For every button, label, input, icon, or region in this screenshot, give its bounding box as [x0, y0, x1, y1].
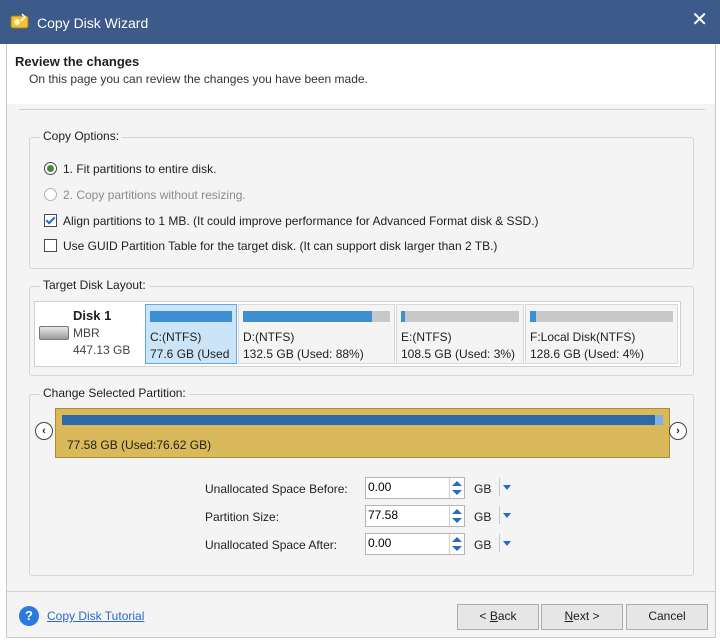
option-fit-partitions-label: 1. Fit partitions to entire disk.: [63, 162, 217, 176]
back-button[interactable]: < Back: [457, 604, 539, 630]
option-fit-partitions[interactable]: 1. Fit partitions to entire disk.: [44, 162, 216, 176]
unallocated-before-input[interactable]: [368, 479, 448, 495]
hard-disk-icon: [39, 326, 69, 340]
option-use-gpt-label: Use GUID Partition Table for the target …: [63, 239, 498, 253]
cancel-button[interactable]: Cancel: [626, 604, 708, 630]
change-partition-legend: Change Selected Partition:: [40, 386, 189, 400]
partition-size-unit-dropdown-icon[interactable]: [503, 513, 511, 518]
partition-size-unit: GB: [474, 510, 492, 524]
change-partition-group: Change Selected Partition: ‹ 77.58 GB (U…: [29, 386, 694, 576]
copy-options-group: Copy Options: 1. Fit partitions to entir…: [29, 129, 694, 269]
partition-d[interactable]: D:(NTFS) 132.5 GB (Used: 88%): [238, 304, 395, 364]
partition-resize-text: 77.58 GB (Used:76.62 GB): [67, 438, 212, 452]
partition-d-name: D:(NTFS): [243, 330, 295, 344]
copy-options-legend: Copy Options:: [40, 129, 123, 143]
partition-size-arrows: [449, 506, 464, 526]
partition-f-usage-bar: [530, 311, 673, 322]
partition-e-usage-fill: [401, 311, 405, 322]
unallocated-before-up-icon[interactable]: [452, 481, 462, 486]
back-button-prefix: <: [479, 609, 490, 623]
checkbox-use-gpt[interactable]: [44, 239, 57, 252]
window-title: Copy Disk Wizard: [37, 15, 149, 31]
partition-size-unit-divider: [499, 506, 500, 524]
partition-e-name: E:(NTFS): [401, 330, 452, 344]
option-align-1mb[interactable]: Align partitions to 1 MB. (It could impr…: [44, 214, 539, 228]
partition-size-label: Partition Size:: [205, 510, 280, 524]
partition-e-used: 108.5 GB (Used: 3%): [401, 347, 516, 361]
page-title: Review the changes: [15, 54, 140, 69]
partition-c-name: C:(NTFS): [150, 330, 202, 344]
partition-size-input[interactable]: [368, 507, 448, 523]
title-bar: Copy Disk Wizard ✕: [0, 0, 720, 44]
wizard-window: Review the changes On this page you can …: [6, 44, 716, 638]
partition-size-stepper[interactable]: [365, 505, 465, 527]
unallocated-before-unit-dropdown-icon[interactable]: [503, 485, 511, 490]
unallocated-after-arrows: [449, 534, 464, 554]
disk-name: Disk 1: [73, 308, 112, 323]
radio-fit-partitions[interactable]: [44, 162, 57, 175]
unallocated-before-label: Unallocated Space Before:: [205, 482, 348, 496]
partition-d-used: 132.5 GB (Used: 88%): [243, 347, 364, 361]
partition-c-usage-bar: [150, 311, 232, 322]
option-copy-without-resize-label: 2. Copy partitions without resizing.: [63, 188, 246, 202]
partition-d-usage-fill: [243, 311, 373, 322]
partition-f-name: F:Local Disk(NTFS): [530, 330, 636, 344]
target-disk-layout-group: Target Disk Layout: Disk 1 MBR 447.13 GB…: [29, 278, 694, 376]
partition-resize-handle[interactable]: [655, 415, 663, 425]
copy-disk-tutorial-link[interactable]: Copy Disk Tutorial: [47, 609, 144, 623]
help-icon[interactable]: ?: [19, 606, 39, 626]
option-copy-without-resize: 2. Copy partitions without resizing.: [44, 188, 246, 202]
partition-size-down-icon[interactable]: [452, 518, 462, 523]
next-button-rest: ext >: [573, 609, 600, 623]
disk-size: 447.13 GB: [73, 343, 131, 357]
back-button-rest: ack: [497, 609, 517, 623]
checkbox-align-1mb[interactable]: [44, 214, 57, 227]
back-button-accesskey: B: [489, 609, 498, 623]
page-header: Review the changes On this page you can …: [7, 44, 715, 104]
partition-d-usage-bar: [243, 311, 390, 322]
unallocated-before-stepper[interactable]: [365, 477, 465, 499]
radio-copy-without-resize: [44, 188, 57, 201]
unallocated-after-unit: GB: [474, 538, 492, 552]
wizard-app-icon: [10, 13, 29, 29]
disk-info: Disk 1 MBR 447.13 GB: [35, 302, 143, 366]
unallocated-after-unit-divider: [499, 534, 500, 552]
unallocated-before-arrows: [449, 478, 464, 498]
close-icon[interactable]: ✕: [691, 10, 708, 30]
unallocated-before-unit: GB: [474, 482, 492, 496]
next-button[interactable]: Next >: [541, 604, 623, 630]
partition-e[interactable]: E:(NTFS) 108.5 GB (Used: 3%): [396, 304, 524, 364]
move-right-button[interactable]: ›: [669, 422, 687, 440]
partition-c[interactable]: C:(NTFS) 77.6 GB (Used: [145, 304, 237, 364]
page-subtitle: On this page you can review the changes …: [29, 72, 368, 86]
unallocated-before-unit-divider: [499, 478, 500, 496]
unallocated-before-down-icon[interactable]: [452, 490, 462, 495]
partition-resize-bar[interactable]: 77.58 GB (Used:76.62 GB): [55, 408, 670, 458]
target-disk-layout-legend: Target Disk Layout:: [40, 278, 149, 292]
unallocated-after-unit-dropdown-icon[interactable]: [503, 541, 511, 546]
partition-c-usage-fill: [150, 311, 232, 322]
partition-resize-used-bar: [62, 415, 663, 425]
partition-e-usage-bar: [401, 311, 519, 322]
disk-type: MBR: [73, 326, 100, 340]
partition-f[interactable]: F:Local Disk(NTFS) 128.6 GB (Used: 4%): [525, 304, 678, 364]
partition-size-up-icon[interactable]: [452, 509, 462, 514]
header-divider: [19, 109, 705, 110]
unallocated-after-up-icon[interactable]: [452, 537, 462, 542]
unallocated-after-input[interactable]: [368, 535, 448, 551]
option-use-gpt[interactable]: Use GUID Partition Table for the target …: [44, 239, 497, 253]
next-button-accesskey: N: [564, 609, 574, 623]
partition-c-used: 77.6 GB (Used: [150, 347, 230, 361]
move-left-button[interactable]: ‹: [35, 422, 53, 440]
disk-map: Disk 1 MBR 447.13 GB C:(NTFS) 77.6 GB (U…: [34, 301, 681, 367]
unallocated-after-down-icon[interactable]: [452, 546, 462, 551]
partition-f-used: 128.6 GB (Used: 4%): [530, 347, 645, 361]
unallocated-after-stepper[interactable]: [365, 533, 465, 555]
partition-f-usage-fill: [530, 311, 536, 322]
option-align-1mb-label: Align partitions to 1 MB. (It could impr…: [63, 214, 539, 228]
footer-divider: [7, 591, 715, 592]
unallocated-after-label: Unallocated Space After:: [205, 538, 338, 552]
